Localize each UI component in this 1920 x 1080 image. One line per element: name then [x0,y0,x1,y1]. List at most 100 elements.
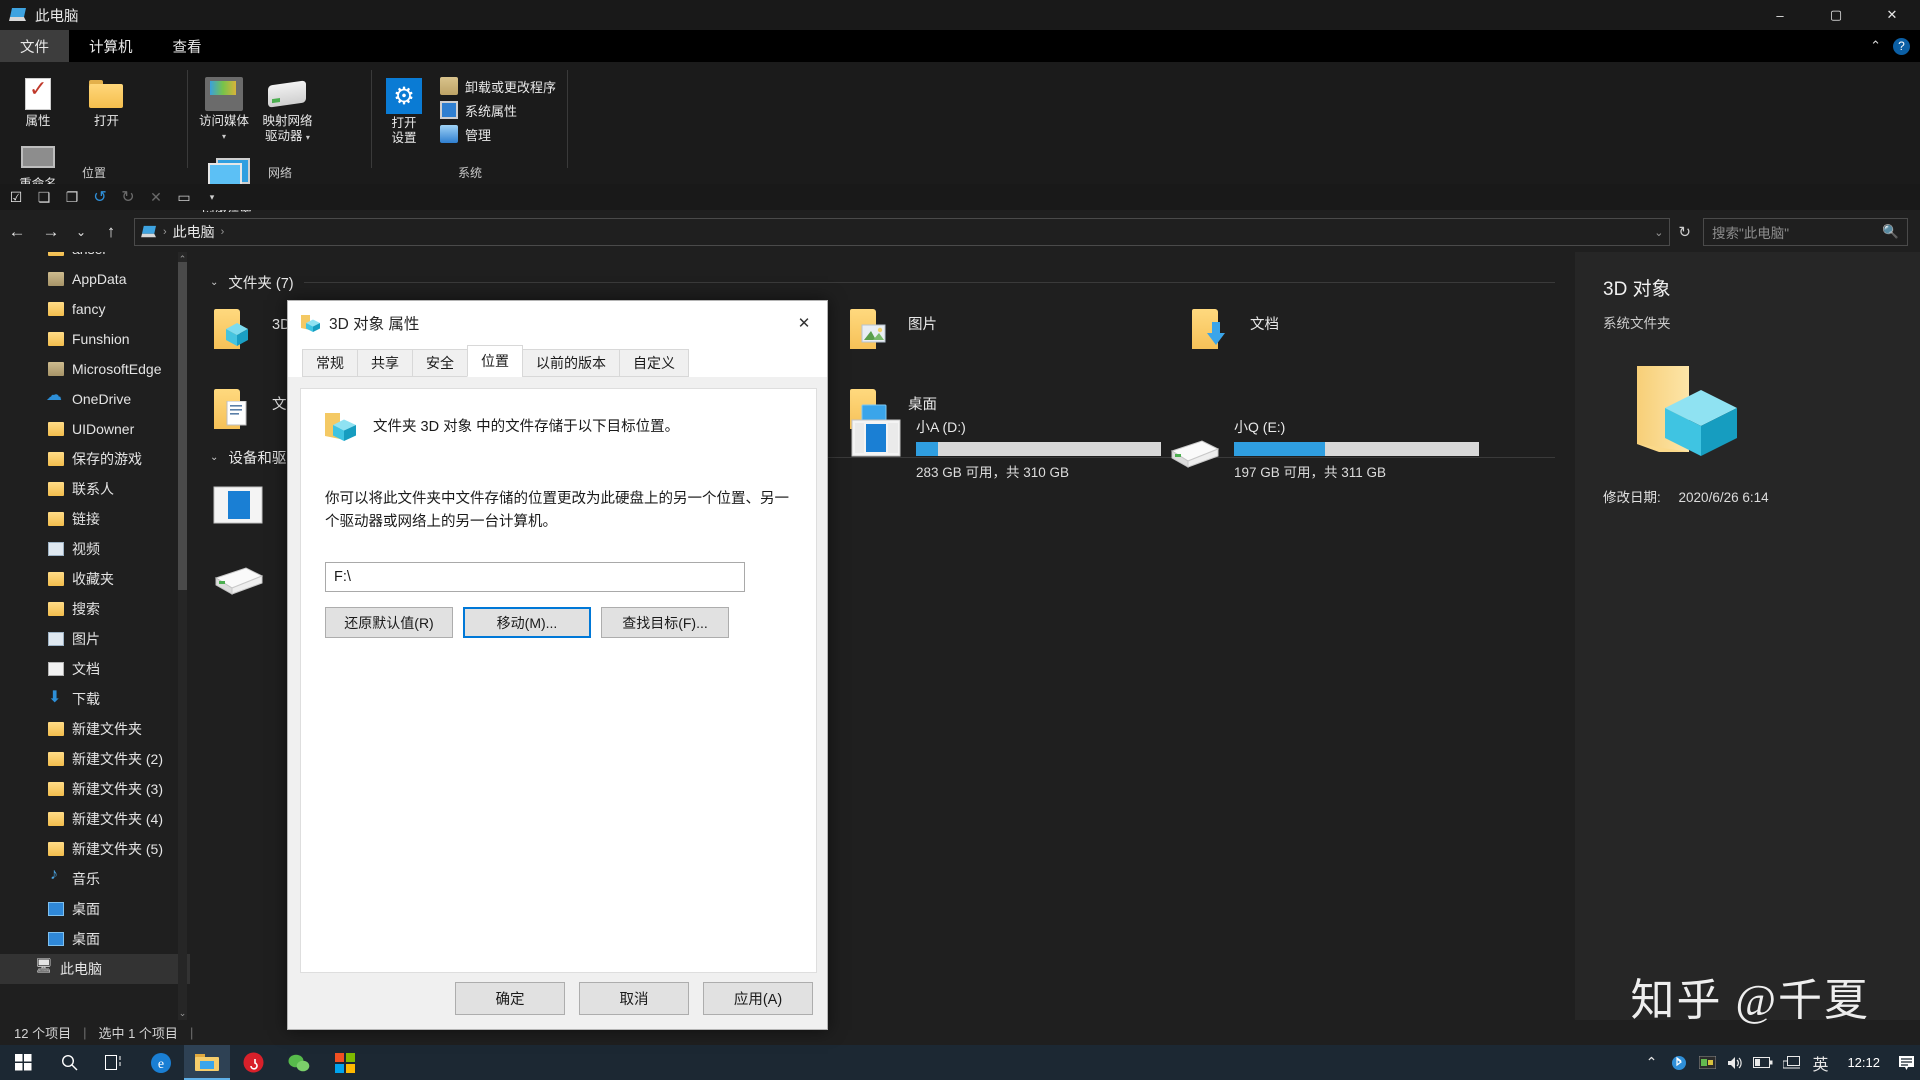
search-button[interactable] [46,1045,92,1080]
breadcrumb[interactable]: › 此电脑 › ⌄ [134,218,1671,246]
ribbon-tab-view[interactable]: 查看 [153,30,222,62]
dialog-tab-sharing[interactable]: 共享 [357,349,413,377]
open-button[interactable]: 打开 [74,66,138,129]
access-media-button[interactable]: 访问媒体 ▾ [196,66,252,144]
dialog-close-button[interactable]: ✕ [781,301,827,345]
search-icon[interactable]: 🔍 [1882,224,1899,240]
microsoft-store-icon[interactable] [322,1045,368,1080]
dialog-tab-general[interactable]: 常规 [302,349,358,377]
map-drive-button[interactable]: 映射网络 驱动器 ▾ [256,66,318,145]
edge-icon[interactable]: e [138,1045,184,1080]
nav-item-24[interactable]: 此电脑 [0,954,190,984]
find-target-button[interactable]: 查找目标(F)... [601,607,729,638]
properties-button[interactable]: 属性 [6,66,70,129]
undo-icon[interactable]: ↺ [92,189,108,206]
search-input[interactable]: 搜索"此电脑" [1712,222,1789,242]
nav-item-5[interactable]: OneDrive [0,384,190,414]
chevron-down-icon[interactable]: ▾ [222,129,226,144]
wechat-icon[interactable] [276,1045,322,1080]
nav-item-3[interactable]: Funshion [0,324,190,354]
dialog-tab-previous-versions[interactable]: 以前的版本 [522,349,620,377]
dialog-tab-location[interactable]: 位置 [467,345,523,377]
battery-icon[interactable] [1749,1045,1777,1080]
nav-item-4[interactable]: MicrosoftEdge [0,354,190,384]
drive-tile-c[interactable] [212,484,264,526]
nav-item-23[interactable]: 桌面 [0,924,190,954]
ribbon-tab-computer[interactable]: 计算机 [69,30,153,62]
maximize-button[interactable]: ▢ [1808,0,1864,30]
restore-default-button[interactable]: 还原默认值(R) [325,607,453,638]
chevron-down-icon[interactable]: ⌄ [1654,226,1663,239]
navigation-pane[interactable]: ansel AppData fancy Funshion MicrosoftEdge On… [0,252,190,1020]
ribbon-tab-file[interactable]: 文件 [0,30,69,62]
scroll-down-arrow-icon[interactable]: ⌄ [178,1006,187,1020]
nav-item-12[interactable]: 搜索 [0,594,190,624]
nav-item-18[interactable]: 新建文件夹 (3) [0,774,190,804]
netease-music-icon[interactable] [230,1045,276,1080]
chevron-up-icon[interactable]: ⌃ [1637,1045,1665,1080]
file-explorer-icon[interactable] [184,1045,230,1080]
rename-icon[interactable]: ▭ [176,189,192,205]
nav-item-8[interactable]: 联系人 [0,474,190,504]
breadcrumb-item-this-pc[interactable]: 此电脑 [173,222,215,242]
chevron-up-icon[interactable]: ⌃ [1870,38,1881,54]
uninstall-programs-button[interactable]: 卸载或更改程序 [438,74,556,98]
nav-item-13[interactable]: 图片 [0,624,190,654]
nav-item-21[interactable]: 音乐 [0,864,190,894]
notification-center-icon[interactable] [1892,1045,1920,1080]
navigation-pane-scrollbar[interactable]: ⌃ ⌄ [178,252,187,1020]
task-view-button[interactable] [92,1045,138,1080]
forward-button[interactable]: → [34,217,68,247]
nav-item-6[interactable]: UIDowner [0,414,190,444]
properties-icon[interactable]: ☑ [8,189,24,205]
properties-dialog[interactable]: 3D 对象 属性 ✕ 常规 共享 安全 位置 以前的版本 自定义 文件夹 3D … [287,300,828,1030]
dialog-tab-customize[interactable]: 自定义 [619,349,689,377]
ime-indicator[interactable]: 英 [1805,1045,1835,1080]
rename-button[interactable]: 重命名 [6,129,70,192]
nav-item-14[interactable]: 文档 [0,654,190,684]
help-icon[interactable]: ? [1893,37,1910,55]
manage-button[interactable]: 管理 [438,122,556,146]
nav-item-2[interactable]: fancy [0,294,190,324]
minimize-button[interactable]: – [1752,0,1808,30]
group-header-folders[interactable]: ⌄ 文件夹 (7) [210,272,1555,293]
folder-tile-pictures[interactable]: 图片 [848,307,937,351]
nav-item-19[interactable]: 新建文件夹 (4) [0,804,190,834]
nav-item-1[interactable]: AppData [0,264,190,294]
nav-item-17[interactable]: 新建文件夹 (2) [0,744,190,774]
system-properties-button[interactable]: 系统属性 [438,98,556,122]
chevron-down-icon[interactable]: ⌄ [210,452,218,463]
back-button[interactable]: ← [0,217,34,247]
clock[interactable]: 12:12 [1835,1055,1892,1070]
network-adapter-icon[interactable] [1693,1045,1721,1080]
nav-item-10[interactable]: 视频 [0,534,190,564]
move-button[interactable]: 移动(M)... [463,607,591,638]
scrollbar-thumb[interactable] [178,262,187,590]
nav-item-15[interactable]: 下载 [0,684,190,714]
volume-icon[interactable] [1721,1045,1749,1080]
redo-icon[interactable]: ↻ [120,189,136,206]
display-icon[interactable] [1777,1045,1805,1080]
breadcrumb-separator[interactable]: › [221,226,225,238]
nav-item-9[interactable]: 链接 [0,504,190,534]
chevron-down-icon[interactable]: ⌄ [210,277,218,288]
start-button[interactable] [0,1045,46,1080]
recent-locations-button[interactable]: ⌄ [68,217,94,247]
nav-item-22[interactable]: 桌面 [0,894,190,924]
paste-icon[interactable]: ❐ [64,189,80,205]
bluetooth-icon[interactable] [1665,1045,1693,1080]
folder-tile-downloads[interactable]: 文档 [1190,307,1279,351]
drive-tile-d[interactable]: 小A (D:) 283 GB 可用，共 310 GB [850,417,1161,481]
drive-tile-e[interactable]: 小Q (E:) 197 GB 可用，共 311 GB [1168,417,1479,481]
target-path-input[interactable]: F:\ [325,562,745,592]
dialog-tab-security[interactable]: 安全 [412,349,468,377]
nav-item-20[interactable]: 新建文件夹 (5) [0,834,190,864]
nav-item-11[interactable]: 收藏夹 [0,564,190,594]
nav-item-7[interactable]: 保存的游戏 [0,444,190,474]
drive-tile-hdd-extra[interactable] [212,564,264,598]
nav-item-16[interactable]: 新建文件夹 [0,714,190,744]
delete-icon[interactable]: ✕ [148,189,164,205]
nav-item-0[interactable]: ansel [0,252,190,264]
search-box[interactable]: 搜索"此电脑" 🔍 [1703,218,1908,246]
copy-icon[interactable]: ❏ [36,189,52,205]
